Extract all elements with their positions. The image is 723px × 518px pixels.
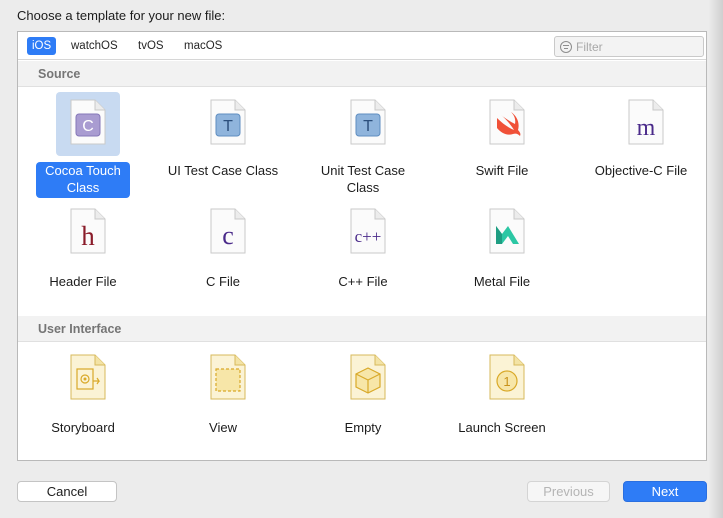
template-label: Metal File	[473, 274, 531, 289]
tab-watchos[interactable]: watchOS	[66, 37, 123, 55]
svg-text:h: h	[81, 221, 95, 251]
template-label: Objective-C File	[594, 163, 688, 178]
empty-icon	[350, 354, 386, 400]
ui-test-case-class-icon: T	[210, 99, 246, 145]
filter-icon	[560, 41, 572, 53]
tab-tvos[interactable]: tvOS	[133, 37, 169, 55]
template-label: Empty	[344, 420, 382, 435]
template-icon-frame: T	[336, 92, 400, 156]
tab-macos[interactable]: macOS	[179, 37, 227, 55]
section-header-user-interface: User Interface	[18, 316, 706, 342]
template-icon-frame	[336, 352, 400, 416]
section-title-source: Source	[38, 67, 81, 81]
unit-test-case-class-icon: T	[350, 99, 386, 145]
template-storyboard[interactable]: Storyboard	[23, 352, 143, 438]
template-icon-frame: c++	[336, 206, 400, 270]
template-objective-c-file[interactable]: m Objective-C File	[581, 92, 701, 202]
template-icon-frame: c	[196, 206, 260, 270]
template-icon-frame	[56, 352, 120, 416]
tab-ios[interactable]: iOS	[27, 37, 57, 55]
swift-file-icon	[489, 99, 525, 145]
template-label: Swift File	[475, 163, 529, 178]
template-metal-file[interactable]: Metal File	[442, 206, 562, 292]
filter-field[interactable]	[554, 36, 704, 57]
next-button[interactable]: Next	[623, 481, 707, 502]
launch-screen-icon: 1	[489, 354, 525, 400]
template-icon-frame	[475, 92, 539, 156]
template-c-file[interactable]: c C File	[163, 206, 283, 292]
template-icon-frame	[196, 352, 260, 416]
filter-input[interactable]	[576, 39, 696, 54]
objective-c-file-icon: m	[628, 99, 664, 145]
section-title-user-interface: User Interface	[38, 322, 122, 336]
cpp-file-icon: c++	[350, 208, 386, 254]
template-view[interactable]: View	[163, 352, 283, 438]
template-label: Cocoa Touch Class	[36, 162, 130, 198]
template-unit-test-case-class[interactable]: T Unit Test Case Class	[303, 92, 423, 202]
template-icon-frame: m	[614, 92, 678, 156]
svg-text:T: T	[223, 118, 233, 135]
cocoa-touch-class-icon: C	[70, 99, 106, 145]
cancel-button[interactable]: Cancel	[17, 481, 117, 502]
template-label: View	[209, 420, 237, 435]
c-file-icon: c	[210, 208, 246, 254]
template-ui-test-case-class[interactable]: T UI Test Case Class	[163, 92, 283, 202]
template-label: UI Test Case Class	[167, 163, 279, 178]
template-header-file[interactable]: h Header File	[23, 206, 143, 292]
svg-text:C: C	[82, 118, 94, 135]
view-icon	[210, 354, 246, 400]
metal-file-icon	[489, 208, 525, 254]
template-cpp-file[interactable]: c++ C++ File	[303, 206, 423, 292]
template-label: Unit Test Case Class	[320, 163, 406, 195]
template-launch-screen[interactable]: 1 Launch Screen	[442, 352, 562, 438]
template-label: Launch Screen	[458, 420, 546, 435]
section-header-source: Source	[18, 61, 706, 87]
previous-button[interactable]: Previous	[527, 481, 610, 502]
dialog-prompt: Choose a template for your new file:	[17, 8, 226, 23]
template-empty[interactable]: Empty	[303, 352, 423, 438]
svg-text:1: 1	[503, 374, 510, 389]
template-icon-frame: T	[196, 92, 260, 156]
template-label: Storyboard	[51, 420, 115, 435]
svg-text:m: m	[637, 115, 656, 141]
storyboard-icon	[70, 354, 106, 400]
platform-tab-bar: iOS watchOS tvOS macOS	[18, 32, 706, 60]
svg-text:c++: c++	[355, 227, 382, 246]
template-chooser-panel: iOS watchOS tvOS macOS Source C Cocoa To…	[17, 31, 707, 461]
svg-text:T: T	[363, 118, 373, 135]
template-label: C++ File	[338, 274, 388, 289]
template-icon-frame: 1	[475, 352, 539, 416]
template-icon-frame	[475, 206, 539, 270]
header-file-icon: h	[70, 208, 106, 254]
template-label: C File	[206, 274, 240, 289]
template-label: Header File	[49, 274, 117, 289]
template-swift-file[interactable]: Swift File	[442, 92, 562, 202]
template-cocoa-touch-class[interactable]: C Cocoa Touch Class	[23, 92, 143, 202]
template-icon-frame: h	[56, 206, 120, 270]
svg-text:c: c	[222, 221, 234, 250]
template-icon-frame: C	[56, 92, 120, 156]
